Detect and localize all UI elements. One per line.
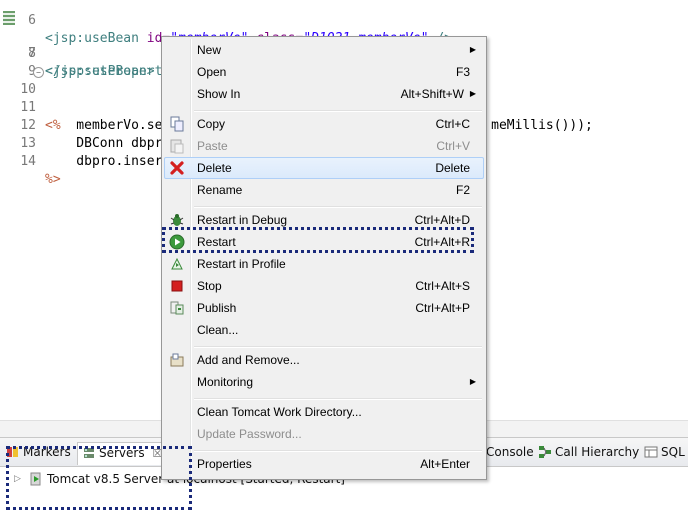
- menu-item-delete[interactable]: Delete Delete: [164, 157, 484, 179]
- menu-separator: [194, 346, 482, 348]
- menu-separator: [194, 110, 482, 112]
- menu-label: Restart in Profile: [197, 257, 286, 271]
- paste-icon: [169, 138, 185, 154]
- code-text: %>: [45, 171, 61, 189]
- copy-icon: [169, 116, 185, 132]
- submenu-arrow-icon: ▶: [469, 45, 476, 54]
- menu-label: Copy: [197, 117, 226, 131]
- menu-label: Restart in Debug: [197, 213, 288, 227]
- context-menu: New ▶ Open F3 Show In Alt+Shift+W ▶ Copy…: [161, 36, 487, 480]
- menu-label: Publish: [197, 301, 237, 315]
- delete-icon: [169, 160, 185, 176]
- tab-label: Console: [486, 445, 534, 459]
- add-remove-icon: [169, 352, 185, 368]
- menu-item-add-and-remove[interactable]: Add and Remove...: [164, 349, 484, 371]
- code-token: %>: [45, 172, 61, 187]
- menu-label: New: [197, 43, 222, 57]
- menu-separator: [194, 450, 482, 452]
- code-token: dbpro.inser: [45, 154, 163, 169]
- sql-results-icon: [644, 445, 658, 459]
- menu-shortcut: Ctrl+Alt+S: [415, 279, 470, 293]
- menu-item-restart-in-profile[interactable]: Restart in Profile: [164, 253, 484, 275]
- menu-label: Delete: [197, 161, 232, 175]
- menu-item-restart-in-debug[interactable]: Restart in Debug Ctrl+Alt+D: [164, 209, 484, 231]
- menu-shortcut: Ctrl+C: [435, 117, 470, 131]
- menu-shortcut: Ctrl+Alt+P: [415, 301, 470, 315]
- menu-item-paste[interactable]: Paste Ctrl+V: [164, 135, 484, 157]
- tab-label: Servers: [99, 446, 145, 460]
- menu-item-new[interactable]: New ▶: [164, 39, 484, 61]
- menu-item-properties[interactable]: Properties Alt+Enter: [164, 453, 484, 475]
- menu-shortcut: Delete: [435, 161, 470, 175]
- menu-shortcut: F3: [455, 65, 470, 79]
- menu-shortcut: Ctrl+V: [436, 139, 470, 153]
- submenu-arrow-icon: ▶: [469, 89, 476, 98]
- menu-item-stop[interactable]: Stop Ctrl+Alt+S: [164, 275, 484, 297]
- menu-shortcut: Ctrl+Alt+D: [414, 213, 470, 227]
- menu-shortcut: F2: [455, 183, 470, 197]
- menu-item-rename[interactable]: Rename F2: [164, 179, 484, 201]
- menu-separator: [194, 206, 482, 208]
- menu-item-publish[interactable]: Publish Ctrl+Alt+P: [164, 297, 484, 319]
- restart-run-icon: [169, 234, 185, 250]
- menu-label: Restart: [197, 235, 236, 249]
- publish-icon: [169, 300, 185, 316]
- tab-markers[interactable]: Markers: [6, 442, 71, 462]
- menu-shortcut: Alt+Shift+W: [400, 87, 464, 101]
- tab-label: Call Hierarchy: [555, 445, 640, 459]
- menu-item-clean[interactable]: Clean...: [164, 319, 484, 341]
- menu-label: Rename: [197, 183, 243, 197]
- submenu-arrow-icon: ▶: [469, 377, 476, 386]
- tab-sql[interactable]: SQL: [644, 442, 685, 462]
- menu-label: Paste: [197, 139, 228, 153]
- menu-item-copy[interactable]: Copy Ctrl+C: [164, 113, 484, 135]
- menu-label: Monitoring: [197, 375, 254, 389]
- code-line-7: 7 <jsp:setProperty name="memberVo" prope…: [0, 9, 688, 79]
- line-number: 14: [20, 154, 36, 169]
- menu-label: Show In: [197, 87, 241, 101]
- markers-icon: [6, 445, 20, 459]
- menu-item-monitoring[interactable]: Monitoring ▶: [164, 371, 484, 393]
- call-hierarchy-icon: [538, 445, 552, 459]
- menu-shortcut: Ctrl+Alt+R: [414, 235, 470, 249]
- menu-item-update-password[interactable]: Update Password...: [164, 423, 484, 445]
- profile-icon: [169, 256, 185, 272]
- menu-label: Clean Tomcat Work Directory...: [197, 405, 362, 419]
- menu-label: Update Password...: [197, 427, 302, 441]
- debug-bug-icon: [169, 212, 185, 228]
- menu-label: Properties: [197, 457, 252, 471]
- menu-label: Stop: [197, 279, 222, 293]
- fold-toggle-icon[interactable]: −: [33, 67, 44, 78]
- menu-item-show-in[interactable]: Show In Alt+Shift+W ▶: [164, 83, 484, 105]
- change-marker: [3, 11, 15, 25]
- servers-icon: [82, 446, 96, 460]
- expand-arrow-icon[interactable]: ▷: [14, 470, 21, 488]
- menu-label: Open: [197, 65, 227, 79]
- tab-call-hierarchy[interactable]: Call Hierarchy: [538, 442, 639, 462]
- tab-servers[interactable]: Servers ☒: [77, 442, 168, 465]
- menu-label: Add and Remove...: [197, 353, 300, 367]
- menu-label: Clean...: [197, 323, 239, 337]
- tab-label: Markers: [23, 445, 71, 459]
- tab-label: SQL: [661, 445, 685, 459]
- menu-item-restart[interactable]: Restart Ctrl+Alt+R: [164, 231, 484, 253]
- menu-item-open[interactable]: Open F3: [164, 61, 484, 83]
- stop-icon: [169, 278, 185, 294]
- tomcat-server-icon: [29, 472, 43, 486]
- tab-console[interactable]: Console: [486, 442, 534, 462]
- code-text: dbpro.inser: [45, 153, 162, 171]
- menu-item-clean-tomcat-work-directory[interactable]: Clean Tomcat Work Directory...: [164, 401, 484, 423]
- menu-separator: [194, 398, 482, 400]
- menu-shortcut: Alt+Enter: [420, 457, 470, 471]
